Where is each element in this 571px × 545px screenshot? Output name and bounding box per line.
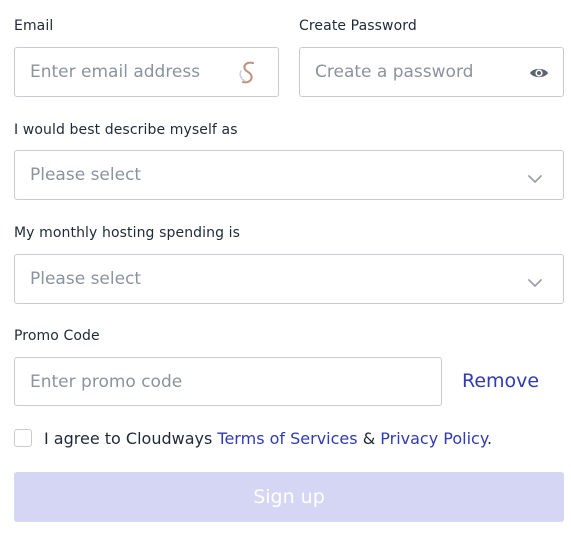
email-field[interactable]: Enter email address	[14, 47, 279, 97]
agree-amp: &	[362, 429, 376, 448]
describe-placeholder: Please select	[30, 165, 142, 185]
password-field[interactable]: Create a password	[299, 47, 564, 97]
spending-placeholder: Please select	[30, 269, 142, 289]
autofill-s-icon[interactable]	[236, 59, 262, 91]
promo-input[interactable]: Enter promo code	[14, 357, 442, 406]
agree-checkbox[interactable]	[14, 429, 32, 447]
eye-icon[interactable]	[529, 65, 549, 84]
email-placeholder: Enter email address	[30, 62, 201, 82]
promo-placeholder: Enter promo code	[30, 372, 183, 392]
privacy-link[interactable]: Privacy Policy	[380, 429, 487, 448]
describe-label: I would best describe myself as	[14, 122, 238, 138]
agree-prefix: I agree to Cloudways	[44, 429, 213, 448]
remove-promo-link[interactable]: Remove	[462, 370, 539, 392]
password-label: Create Password	[299, 18, 417, 34]
describe-select[interactable]: Please select	[14, 150, 564, 200]
sign-up-button[interactable]: Sign up	[14, 472, 564, 522]
agree-text: I agree to Cloudways Terms of Services &…	[44, 429, 492, 448]
email-label: Email	[14, 18, 54, 34]
chevron-down-icon	[527, 169, 543, 188]
spending-select[interactable]: Please select	[14, 254, 564, 304]
chevron-down-icon	[527, 273, 543, 292]
promo-label: Promo Code	[14, 328, 100, 344]
agree-suffix: .	[487, 429, 493, 448]
spending-label: My monthly hosting spending is	[14, 225, 241, 241]
password-placeholder: Create a password	[315, 62, 474, 82]
terms-link[interactable]: Terms of Services	[217, 429, 357, 448]
